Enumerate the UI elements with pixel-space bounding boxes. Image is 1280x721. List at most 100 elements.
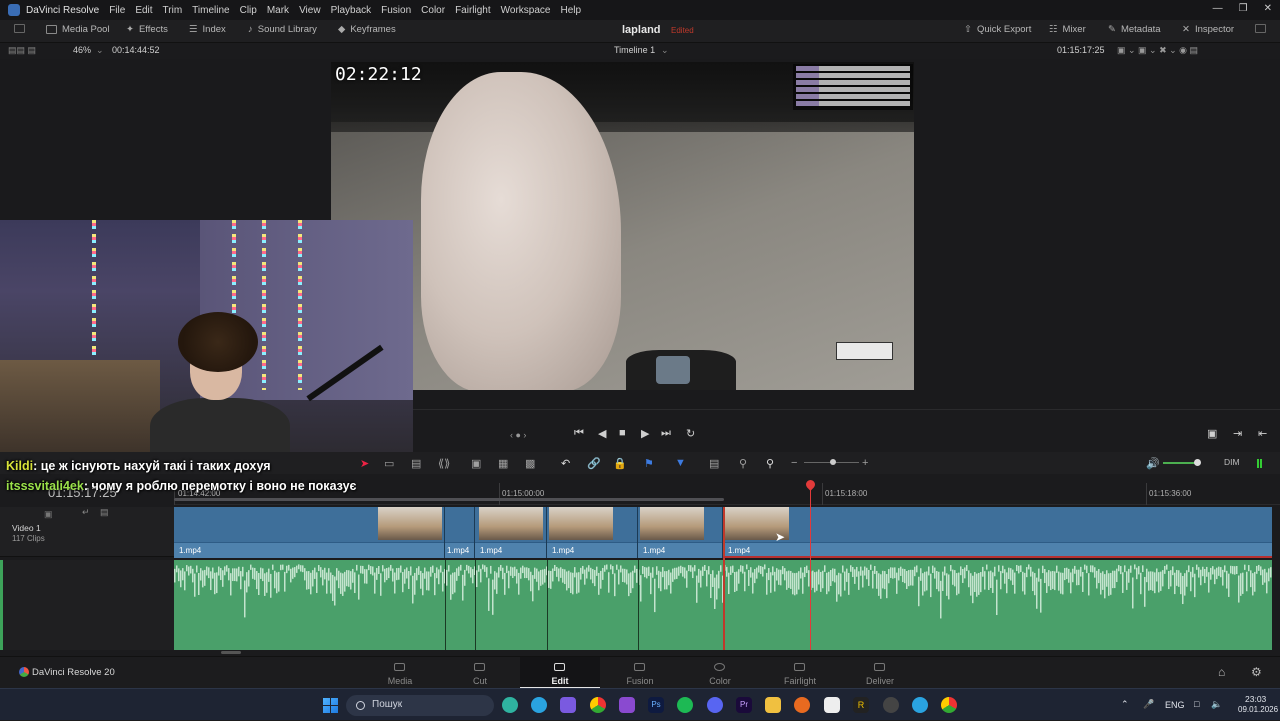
marker-icon[interactable]: ▼ bbox=[675, 457, 686, 469]
layout-icon[interactable]: ▤▤ ▤ bbox=[8, 45, 36, 56]
playhead[interactable] bbox=[810, 483, 811, 650]
go-to-start-icon[interactable]: ⏮ bbox=[574, 427, 584, 440]
video-track-header[interactable]: Video 1 117 Clips ▣ ↵ ▤ bbox=[0, 507, 174, 557]
track-visibility-icon[interactable]: ▤ bbox=[100, 507, 109, 518]
timeline-clip[interactable]: 1.mp4 bbox=[547, 507, 638, 558]
next-edit-icon[interactable]: ⇥ bbox=[1233, 427, 1242, 440]
microphone-icon[interactable]: 🎤 bbox=[1143, 699, 1154, 710]
file-explorer-icon[interactable] bbox=[765, 697, 781, 713]
panel-toggle-icon[interactable] bbox=[14, 24, 25, 33]
timeline-clip[interactable]: 1.mp4 bbox=[638, 507, 723, 558]
volume-knob[interactable] bbox=[1194, 459, 1201, 466]
play-icon[interactable]: ▶ bbox=[641, 427, 649, 440]
page-tab-fusion[interactable]: Fusion bbox=[600, 657, 680, 689]
settings-gear-icon[interactable]: ⚙ bbox=[1251, 665, 1262, 679]
timeline-clip[interactable]: 1.mp4 bbox=[445, 507, 475, 558]
twitch-icon[interactable] bbox=[619, 697, 635, 713]
custom-zoom-icon[interactable]: ⚲ bbox=[766, 457, 774, 470]
page-tab-color[interactable]: Color bbox=[680, 657, 760, 689]
menu-timeline[interactable]: Timeline bbox=[192, 5, 229, 16]
timeline-hscroll[interactable] bbox=[221, 651, 241, 654]
zoom-out-icon[interactable]: − bbox=[791, 457, 797, 469]
insert-clip-icon[interactable]: ▣ bbox=[471, 457, 481, 470]
home-icon[interactable]: ⌂ bbox=[1218, 665, 1225, 679]
telegram-desktop-icon[interactable] bbox=[912, 697, 928, 713]
loop-icon[interactable]: ↻ bbox=[686, 427, 695, 440]
go-to-end-icon[interactable]: ⏭ bbox=[661, 427, 671, 440]
menu-playback[interactable]: Playback bbox=[331, 5, 372, 16]
linked-selection-icon[interactable]: 🔗 bbox=[587, 457, 601, 470]
page-tab-media[interactable]: Media bbox=[360, 657, 440, 689]
timeline-clip[interactable]: 1.mp4 bbox=[174, 507, 445, 558]
dynamic-trim-icon[interactable]: ▤ bbox=[411, 457, 421, 470]
menu-color[interactable]: Color bbox=[421, 5, 445, 16]
taskbar-search-input[interactable]: Пошук bbox=[346, 695, 494, 716]
dim-button[interactable]: DIM bbox=[1224, 457, 1240, 467]
timeline-clip[interactable]: 1.mp4 bbox=[475, 507, 547, 558]
page-tab-cut[interactable]: Cut bbox=[440, 657, 520, 689]
blade-tool-icon[interactable]: ⟪⟫ bbox=[438, 457, 450, 470]
windows-start-icon[interactable] bbox=[323, 698, 338, 713]
quick-export-button[interactable]: ⇧ Quick Export bbox=[964, 24, 1031, 35]
sound-library-button[interactable]: ♪ Sound Library bbox=[248, 24, 317, 35]
prev-edit-icon[interactable]: ⇤ bbox=[1258, 427, 1267, 440]
track-enable-icon[interactable]: ↵ bbox=[82, 507, 90, 518]
discord-icon[interactable] bbox=[707, 697, 723, 713]
menu-workspace[interactable]: Workspace bbox=[501, 5, 551, 16]
app-icon[interactable]: R bbox=[853, 697, 869, 713]
overwrite-clip-icon[interactable]: ▦ bbox=[498, 457, 508, 470]
minimize-icon[interactable]: — bbox=[1213, 3, 1223, 14]
speaker-icon[interactable]: 🔊 bbox=[1146, 457, 1160, 470]
restore-icon[interactable]: ❐ bbox=[1239, 3, 1248, 14]
snapping-icon[interactable]: ↶ bbox=[561, 457, 570, 470]
notepad-icon[interactable] bbox=[824, 697, 840, 713]
match-frame-icon[interactable]: ▣ bbox=[1207, 427, 1217, 440]
trim-tool-icon[interactable]: ▭ bbox=[384, 457, 394, 470]
metadata-button[interactable]: ✎ Metadata bbox=[1108, 24, 1161, 35]
menu-fusion[interactable]: Fusion bbox=[381, 5, 411, 16]
detail-zoom-icon[interactable]: ⚲ bbox=[739, 457, 747, 470]
menu-fairlight[interactable]: Fairlight bbox=[455, 5, 491, 16]
page-tab-edit[interactable]: Edit bbox=[520, 657, 600, 689]
replace-clip-icon[interactable]: ▩ bbox=[525, 457, 535, 470]
flag-icon[interactable]: ⚑ bbox=[644, 457, 654, 470]
reverse-play-icon[interactable]: ◀ bbox=[598, 427, 606, 440]
page-tab-deliver[interactable]: Deliver bbox=[840, 657, 920, 689]
close-icon[interactable]: ✕ bbox=[1264, 3, 1272, 14]
edge-browser-icon[interactable] bbox=[502, 697, 518, 713]
position-lock-icon[interactable]: 🔒 bbox=[613, 457, 627, 470]
menu-clip[interactable]: Clip bbox=[240, 5, 257, 16]
volume-slider[interactable] bbox=[1163, 462, 1197, 464]
edit-point[interactable] bbox=[723, 507, 725, 650]
viewer-options-icon[interactable]: ▣ ⌄ ▣ ⌄ ✖ ⌄ ◉ ▤ bbox=[1117, 45, 1198, 56]
volume-icon[interactable]: 🔈 bbox=[1211, 699, 1222, 710]
chrome-profile-icon[interactable] bbox=[941, 697, 957, 713]
index-button[interactable]: ☰ Index bbox=[189, 24, 226, 35]
network-icon[interactable]: □ bbox=[1194, 699, 1199, 709]
zoom-level[interactable]: 46% bbox=[73, 45, 91, 55]
ruler-scrollbar[interactable] bbox=[174, 498, 724, 501]
zoom-in-icon[interactable]: + bbox=[862, 457, 868, 469]
track-lock-icon[interactable]: ▣ bbox=[44, 509, 53, 520]
zoom-slider-knob[interactable] bbox=[830, 459, 836, 465]
viewer-video-frame[interactable]: 02:22:12 bbox=[331, 62, 914, 390]
chrome-icon[interactable] bbox=[590, 697, 606, 713]
language-indicator[interactable]: ENG bbox=[1165, 700, 1185, 710]
spotify-icon[interactable] bbox=[677, 697, 693, 713]
telegram-icon[interactable] bbox=[531, 697, 547, 713]
menu-edit[interactable]: Edit bbox=[135, 5, 152, 16]
clock-time[interactable]: 23:03 bbox=[1245, 694, 1266, 704]
firefox-icon[interactable] bbox=[794, 697, 810, 713]
timeline-clip[interactable]: 1.mp4 bbox=[723, 507, 1272, 558]
audio-track-header[interactable] bbox=[0, 560, 174, 650]
premiere-icon[interactable]: Pr bbox=[736, 697, 752, 713]
fullscreen-toggle-icon[interactable] bbox=[1255, 24, 1266, 33]
obs-icon[interactable] bbox=[883, 697, 899, 713]
copilot-icon[interactable] bbox=[560, 697, 576, 713]
full-extent-zoom-icon[interactable]: ▤ bbox=[709, 457, 719, 470]
keyframes-button[interactable]: ◆ Keyframes bbox=[338, 24, 396, 35]
media-pool-button[interactable]: Media Pool bbox=[46, 24, 110, 35]
menu-trim[interactable]: Trim bbox=[163, 5, 183, 16]
inspector-button[interactable]: ✕ Inspector bbox=[1182, 24, 1234, 35]
timeline-name[interactable]: Timeline 1 bbox=[614, 45, 655, 55]
